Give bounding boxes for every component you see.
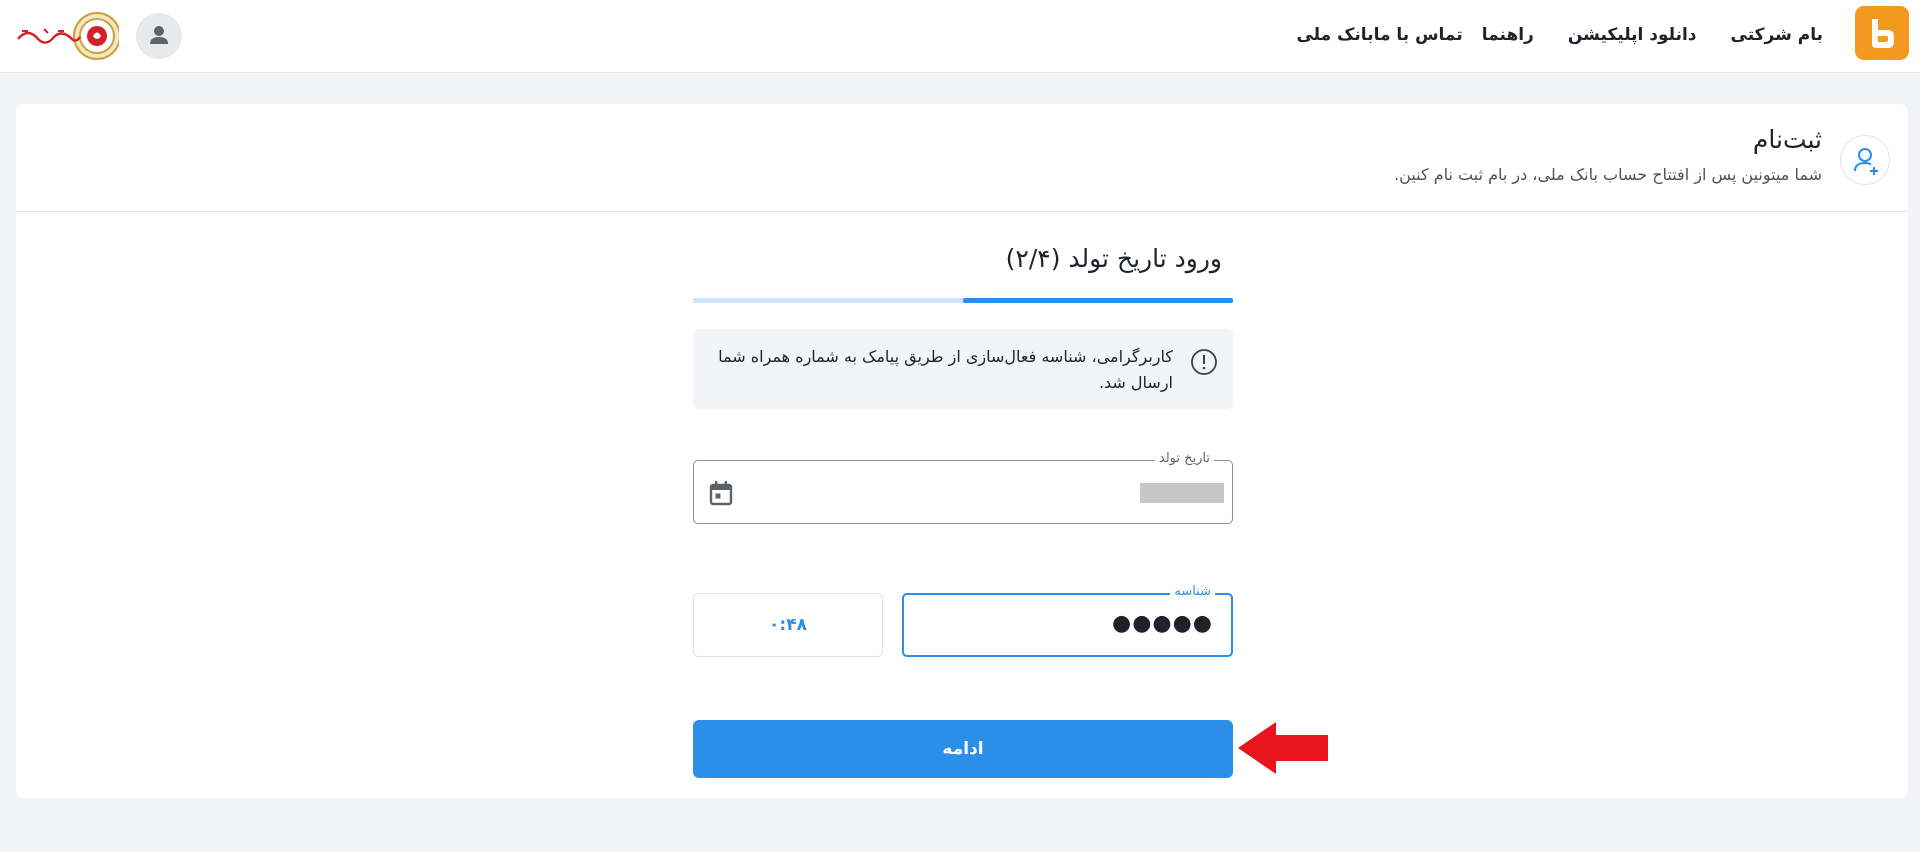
page-subtitle: شما میتونین پس از افتتاح حساب بانک ملی، …: [1394, 165, 1822, 184]
calendar-icon[interactable]: [706, 478, 736, 508]
birth-date-label: تاریخ تولد: [1154, 451, 1214, 466]
nav-guide[interactable]: راهنما: [1482, 25, 1534, 45]
info-icon: [1189, 347, 1219, 377]
nav-bam-corporate[interactable]: بام شرکتی: [1731, 25, 1823, 45]
registration-card: ثبت‌نام شما میتونین پس از افتتاح حساب با…: [16, 104, 1908, 798]
card-header: ثبت‌نام شما میتونین پس از افتتاح حساب با…: [16, 104, 1908, 212]
bam-logo-icon[interactable]: [1855, 6, 1909, 60]
nav-contact-us[interactable]: تماس با ما: [1374, 25, 1463, 45]
continue-button[interactable]: ادامه: [693, 720, 1233, 778]
birth-date-masked-value: [1140, 483, 1224, 503]
nav-bank-melli[interactable]: بانک ملی: [1296, 25, 1373, 45]
step-progress-bar: [693, 298, 1233, 303]
activation-code-field[interactable]: شناسه ●●●●●: [902, 584, 1233, 657]
step-progress-fill: [963, 298, 1233, 303]
top-navbar: بانک ملی تماس با ما راهنما دانلود اپلیکی…: [0, 0, 1920, 73]
nav-download-app[interactable]: دانلود اپلیکیشن: [1568, 25, 1697, 45]
step-title: ورود تاریخ تولد (۲/۴): [1005, 244, 1222, 273]
red-arrow-icon: [1236, 720, 1330, 776]
activation-code-label: شناسه: [1170, 584, 1215, 599]
page-title: ثبت‌نام: [1752, 125, 1822, 154]
bank-melli-logo: [14, 9, 119, 64]
alert-text: کاربرگرامی، شناسه فعال‌سازی از طریق پیام…: [718, 347, 1173, 392]
main-nav: بانک ملی تماس با ما راهنما دانلود اپلیکی…: [1296, 20, 1838, 50]
user-plus-icon: [1840, 135, 1890, 185]
info-alert: کاربرگرامی، شناسه فعال‌سازی از طریق پیام…: [693, 329, 1233, 409]
timer-text: ۰:۴۸: [769, 615, 807, 635]
resend-timer: ۰:۴۸: [693, 593, 883, 657]
user-avatar-icon[interactable]: [136, 13, 182, 59]
activation-code-value: ●●●●●: [1112, 611, 1213, 636]
birth-date-field[interactable]: تاریخ تولد: [693, 451, 1233, 524]
